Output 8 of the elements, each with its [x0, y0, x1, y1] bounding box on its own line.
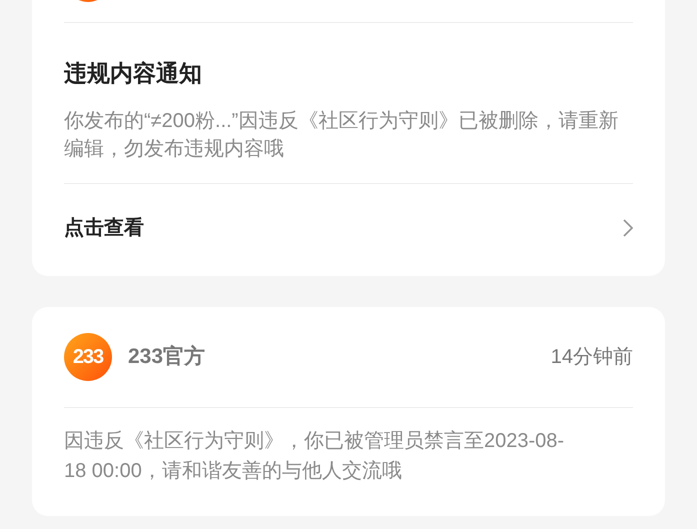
logo-icon: 233 [64, 333, 112, 381]
notice-time: 14分钟前 [550, 345, 633, 370]
sender-name: 233官方 [128, 344, 206, 370]
chevron-right-icon [623, 219, 633, 237]
view-link[interactable]: 点击查看 [64, 184, 633, 272]
notice-title: 违规内容通知 [64, 59, 203, 88]
notice-body: 你发布的“≠200粉...”因违反《社区行为守则》已被删除，请重新编辑，勿发布违规内容哦 [64, 109, 620, 162]
notice-body: 因违反《社区行为守则》，你已被管理员禁言至2023-08-18 00:00，请和谐友善的与他人交流哦 [64, 429, 566, 484]
